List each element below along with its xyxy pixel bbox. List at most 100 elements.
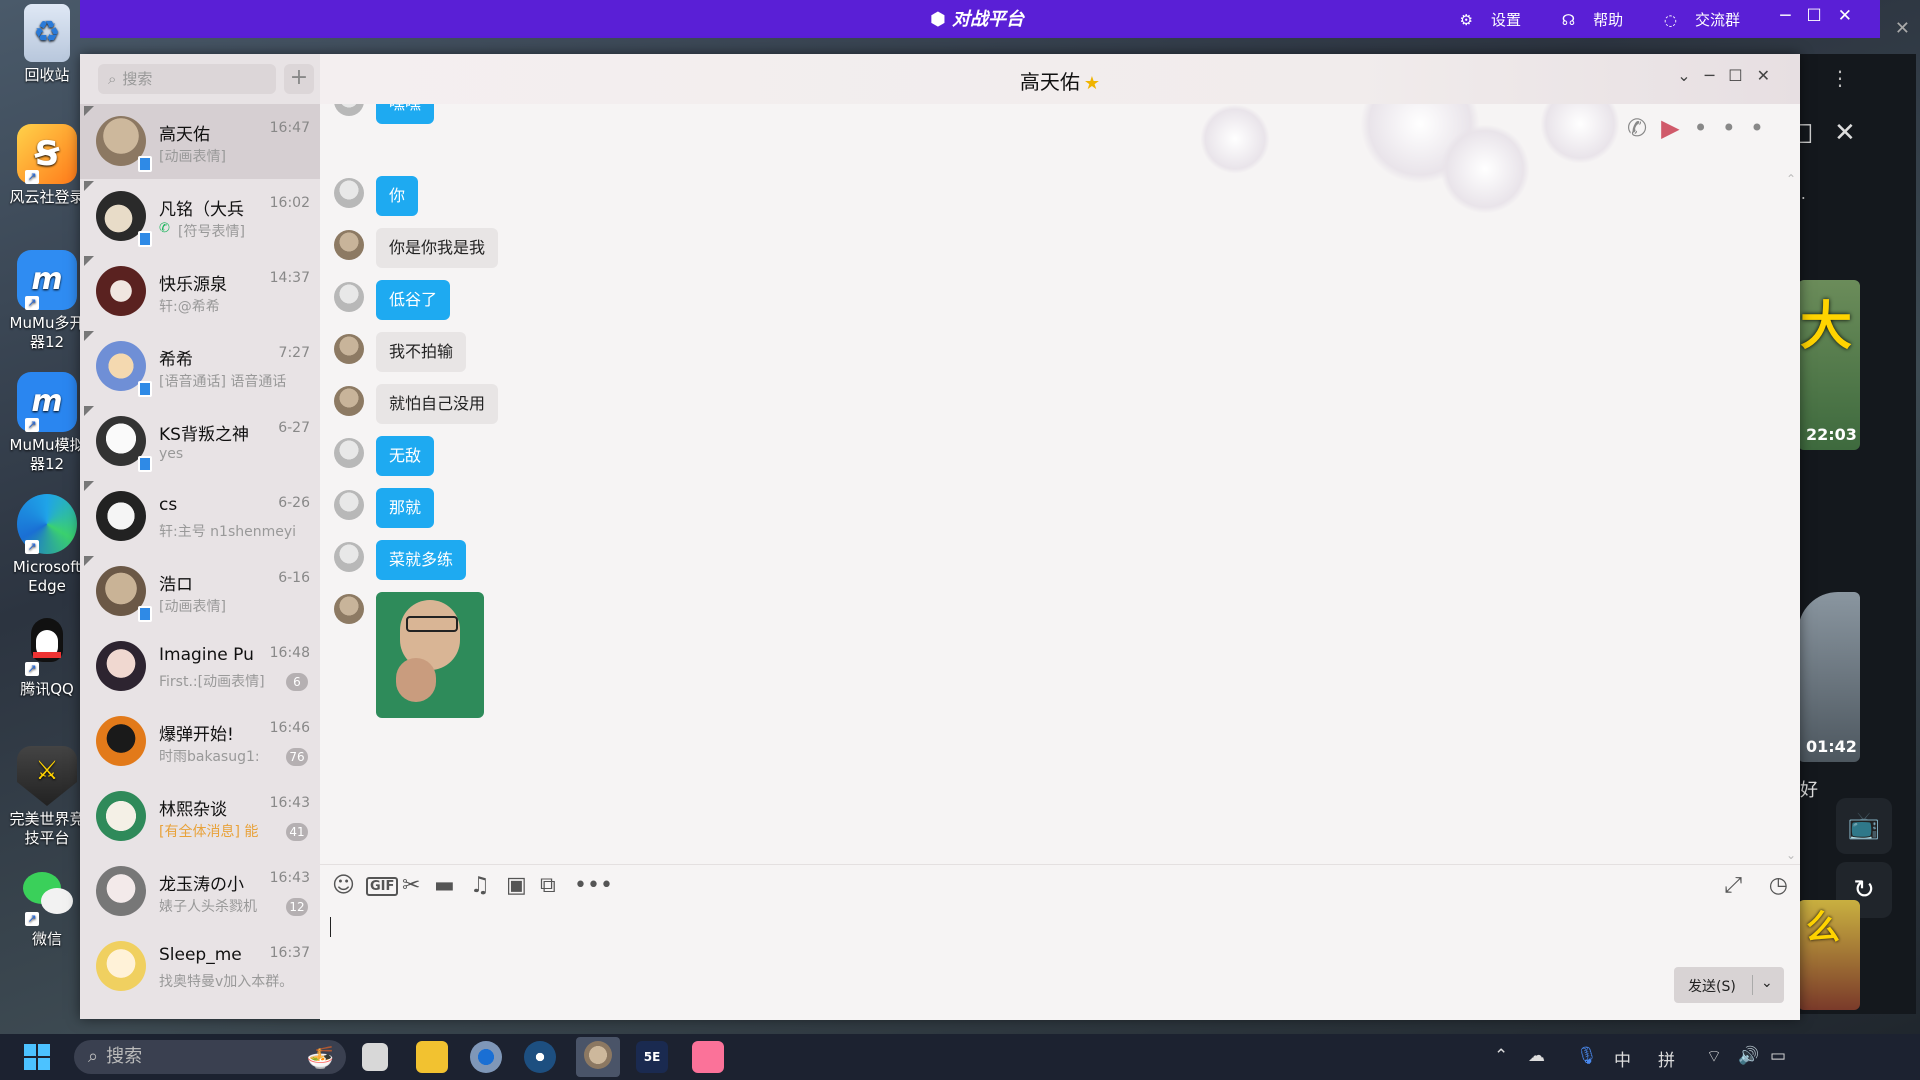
minimize-icon[interactable]: ─ bbox=[1705, 66, 1729, 85]
expand-icon[interactable]: ⤢ bbox=[1724, 873, 1742, 898]
scroll-up-icon[interactable]: ⌃ bbox=[1786, 172, 1796, 186]
send-button[interactable]: 发送(S) ⌄ bbox=[1674, 967, 1784, 1003]
contact-item[interactable]: 爆弹开始! 16:46 时雨bakasug1: 76 bbox=[80, 704, 320, 779]
phone-icon[interactable]: ✆ bbox=[1627, 114, 1661, 142]
message-bubble[interactable]: 菜就多练 bbox=[376, 540, 467, 580]
more-icon[interactable]: ••• bbox=[1694, 114, 1778, 142]
message-input[interactable] bbox=[334, 909, 1734, 949]
scroll-down-icon[interactable]: ⌄ bbox=[1786, 848, 1796, 862]
contact-preview: 找奥特曼v加入本群。 bbox=[159, 974, 294, 990]
platform-settings-link[interactable]: ⚙ 设置 bbox=[1442, 11, 1521, 29]
desktop-icon-mumu-multi[interactable]: m ↗ MuMu多开器12 bbox=[4, 250, 90, 352]
taskbar-search[interactable]: ⌕ 搜索 🍜 bbox=[74, 1040, 346, 1074]
message-bubble[interactable]: 无敌 bbox=[376, 436, 435, 476]
message-bubble[interactable]: 你是你我是我 bbox=[376, 228, 499, 268]
scissors-icon[interactable]: ✂ bbox=[402, 873, 420, 898]
close-icon[interactable]: ✕ bbox=[1834, 118, 1856, 148]
contact-item[interactable]: 龙玉涛の小 16:43 婊子人头杀戮机 12 bbox=[80, 854, 320, 929]
message-bubble[interactable]: 就怕自己没用 bbox=[376, 384, 499, 424]
platform-logo-text: 对战平台 bbox=[952, 9, 1024, 30]
emoji-icon[interactable]: ☺ bbox=[332, 873, 355, 898]
chevron-down-icon[interactable]: ⌄ bbox=[1761, 975, 1773, 991]
contact-name: KS背叛之神 bbox=[159, 425, 249, 445]
desktop-icon-perfect-world[interactable]: ⚔ 完美世界竞技平台 bbox=[4, 746, 90, 848]
windows-start-icon[interactable] bbox=[24, 1044, 50, 1070]
contact-time: 16:37 bbox=[269, 945, 310, 961]
battery-icon[interactable]: ▭ bbox=[1770, 1046, 1786, 1066]
more-icon[interactable]: ••• bbox=[574, 873, 613, 898]
message-bubble[interactable]: 你 bbox=[376, 176, 419, 216]
desktop-icon-label: MuMu多开器12 bbox=[9, 314, 85, 351]
contact-item[interactable]: 浩ロ 6-16 [动画表情] bbox=[80, 554, 320, 629]
desktop-icon-qq[interactable]: ↗ 腾讯QQ bbox=[4, 616, 90, 699]
history-clock-icon[interactable]: ◷ bbox=[1769, 873, 1788, 898]
desktop-icon-recycle-bin[interactable]: ♻ 回收站 bbox=[4, 4, 90, 85]
contact-item[interactable]: 林熙杂谈 16:43 [有全体消息] 能 41 bbox=[80, 779, 320, 854]
ime-mode-indicator[interactable]: 拼 bbox=[1658, 1046, 1675, 1071]
chevron-up-icon[interactable]: ⌃ bbox=[1494, 1046, 1508, 1066]
video-thumbnail[interactable]: 么 bbox=[1798, 900, 1860, 1010]
minimize-icon[interactable]: ─ bbox=[1780, 6, 1806, 26]
background-close-icon[interactable]: ✕ bbox=[1895, 18, 1910, 39]
platform-window-controls: ─☐✕ bbox=[1780, 6, 1868, 26]
contact-item[interactable]: KS背叛之神 6-27 yes bbox=[80, 404, 320, 479]
volume-icon[interactable]: 🔊 bbox=[1738, 1046, 1759, 1066]
close-icon[interactable]: ✕ bbox=[1838, 6, 1868, 26]
search-input[interactable]: ⌕ 搜索 bbox=[98, 64, 276, 94]
more-icon[interactable]: ⋮ bbox=[1830, 66, 1850, 90]
video-call-icon[interactable]: ▶ bbox=[1661, 114, 1693, 142]
message-bubble[interactable]: 那就 bbox=[376, 488, 435, 528]
video-thumbnail[interactable]: 01:42 bbox=[1798, 592, 1860, 762]
chevron-down-icon[interactable]: ⌄ bbox=[1677, 66, 1704, 85]
decorative-flower bbox=[1540, 104, 1620, 164]
microphone-icon[interactable]: 🎙 bbox=[1576, 1046, 1598, 1066]
message-bubble[interactable]: 我不拍输 bbox=[376, 332, 467, 372]
decorative-flower bbox=[1200, 104, 1270, 174]
desktop-icon-mumu-emulator[interactable]: m ↗ MuMu模拟器12 bbox=[4, 372, 90, 474]
task-view-icon[interactable] bbox=[362, 1043, 388, 1071]
desktop-icon-edge[interactable]: ↗ Microsoft Edge bbox=[4, 494, 90, 596]
steam-icon[interactable] bbox=[524, 1041, 556, 1073]
platform-help-link[interactable]: ☊ 帮助 bbox=[1544, 11, 1623, 29]
folder-icon[interactable]: ▬ bbox=[434, 873, 455, 898]
platform-community-link[interactable]: ◌ 交流群 bbox=[1646, 11, 1740, 29]
message-list[interactable]: ✆▶••• 嘿嘿 你 你是你我是我 低谷了 我不拍输 就怕自己没用 无敌 bbox=[320, 104, 1800, 864]
qq-taskbar-icon[interactable] bbox=[576, 1037, 620, 1077]
contact-preview: [语音通话] 语音通话 bbox=[159, 374, 287, 390]
contact-item[interactable]: 希希 7:27 [语音通话] 语音通话 bbox=[80, 329, 320, 404]
file-explorer-icon[interactable] bbox=[416, 1041, 448, 1073]
message-input-area: ☺ GIF ✂ ▬ ♫ ▣ ⧉ ••• ⤢ ◷ 发送(S) ⌄ bbox=[320, 864, 1800, 1020]
contact-item[interactable]: Imagine Pu 16:48 First.:[动画表情] 6 bbox=[80, 629, 320, 704]
music-icon[interactable]: ♫ bbox=[470, 873, 490, 898]
maximize-icon[interactable]: ☐ bbox=[1807, 6, 1838, 26]
tv-button[interactable]: 📺 bbox=[1836, 798, 1892, 854]
settings-app-icon[interactable] bbox=[470, 1041, 502, 1073]
image-icon[interactable]: ▣ bbox=[506, 873, 527, 898]
chat-title-text: 高天佑 bbox=[1019, 70, 1080, 94]
contact-item[interactable]: 快乐源泉 14:37 轩:@希希 bbox=[80, 254, 320, 329]
image-message[interactable] bbox=[376, 592, 484, 718]
contact-item[interactable]: Sleep_me 16:37 找奥特曼v加入本群。 bbox=[80, 929, 320, 1004]
contact-time: 16:43 bbox=[269, 795, 310, 811]
desktop-icon-fengyun[interactable]: Ꞩ ↗ 风云社登录 bbox=[4, 124, 90, 207]
desktop-icon-wechat[interactable]: ↗ 微信 bbox=[4, 866, 90, 949]
screen-record-icon[interactable]: ⧉ bbox=[540, 873, 556, 898]
ime-language-indicator[interactable]: 中 bbox=[1614, 1046, 1631, 1071]
contact-time: 16:46 bbox=[269, 720, 310, 736]
5e-platform-icon[interactable]: 5E bbox=[636, 1041, 668, 1073]
contact-item[interactable]: 高天佑 16:47 [动画表情] bbox=[80, 104, 320, 179]
settings-label: 设置 bbox=[1490, 11, 1521, 29]
gif-icon[interactable]: GIF bbox=[366, 877, 399, 896]
add-button[interactable]: + bbox=[284, 64, 314, 94]
message-bubble[interactable]: 嘿嘿 bbox=[376, 104, 435, 124]
contact-item[interactable]: 凡铭（大兵 16:02 [符号表情] ✆ bbox=[80, 179, 320, 254]
cloud-icon[interactable]: ☁ bbox=[1528, 1046, 1545, 1066]
close-icon[interactable]: ✕ bbox=[1757, 66, 1784, 85]
maximize-icon[interactable]: ☐ bbox=[1728, 66, 1756, 85]
video-thumbnail[interactable]: 大 22:03 bbox=[1798, 280, 1860, 450]
message-bubble[interactable]: 低谷了 bbox=[376, 280, 451, 320]
wifi-icon[interactable]: ⌔ bbox=[1706, 1046, 1722, 1067]
contact-time: 16:48 bbox=[269, 645, 310, 661]
contact-item[interactable]: cs 6-26 轩:主号 n1shenmeyi bbox=[80, 479, 320, 554]
bilibili-icon[interactable] bbox=[692, 1041, 724, 1073]
